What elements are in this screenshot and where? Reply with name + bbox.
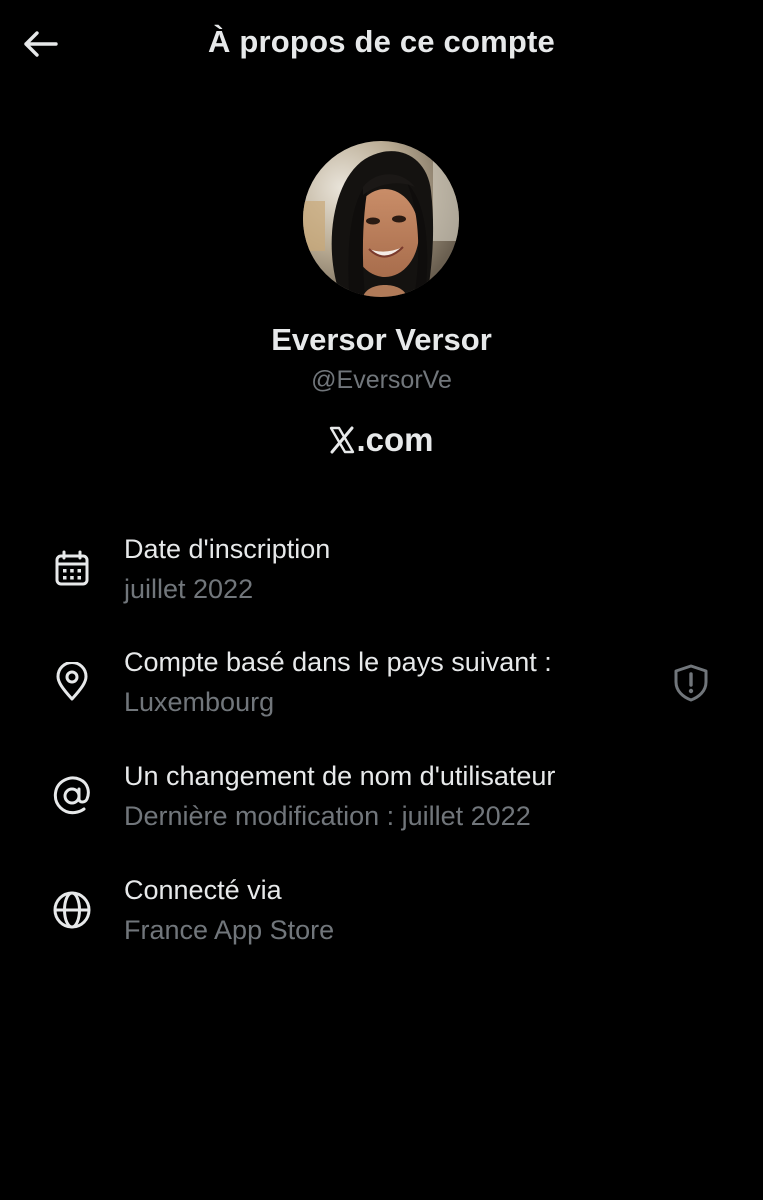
calendar-icon (50, 547, 94, 591)
username-change-label: Un changement de nom d'utilisateur (124, 761, 556, 791)
domain-text: .com (356, 421, 434, 458)
page-title: À propos de ce compte (208, 24, 555, 59)
location-pin-icon (50, 660, 94, 704)
info-row-connected-via: Connecté via France App Store (0, 871, 763, 961)
username-change-value: Dernière modification : juillet 2022 (124, 801, 531, 831)
info-row-username-change: Un changement de nom d'utilisateur Derni… (0, 757, 763, 847)
connected-via-label: Connecté via (124, 875, 282, 905)
at-sign-icon (50, 774, 94, 818)
avatar-image (303, 141, 459, 297)
country-value: Luxembourg (124, 687, 275, 717)
top-bar: À propos de ce compte (0, 0, 763, 90)
username-handle: @EversorVe (311, 366, 452, 394)
country-label: Compte basé dans le pays suivant : (124, 647, 552, 677)
connected-via-value: France App Store (124, 915, 335, 945)
join-date-label: Date d'inscription (124, 534, 331, 564)
domain-label: .com (0, 421, 763, 459)
info-row-country: Compte basé dans le pays suivant : Luxem… (0, 643, 763, 733)
info-row-join-date: Date d'inscription juillet 2022 (0, 530, 763, 620)
display-name: Eversor Versor (271, 322, 492, 357)
shield-alert-icon[interactable] (668, 660, 714, 706)
x-logo-icon (330, 426, 355, 454)
join-date-value: juillet 2022 (124, 574, 254, 604)
avatar[interactable] (303, 141, 459, 297)
globe-icon (50, 888, 94, 932)
